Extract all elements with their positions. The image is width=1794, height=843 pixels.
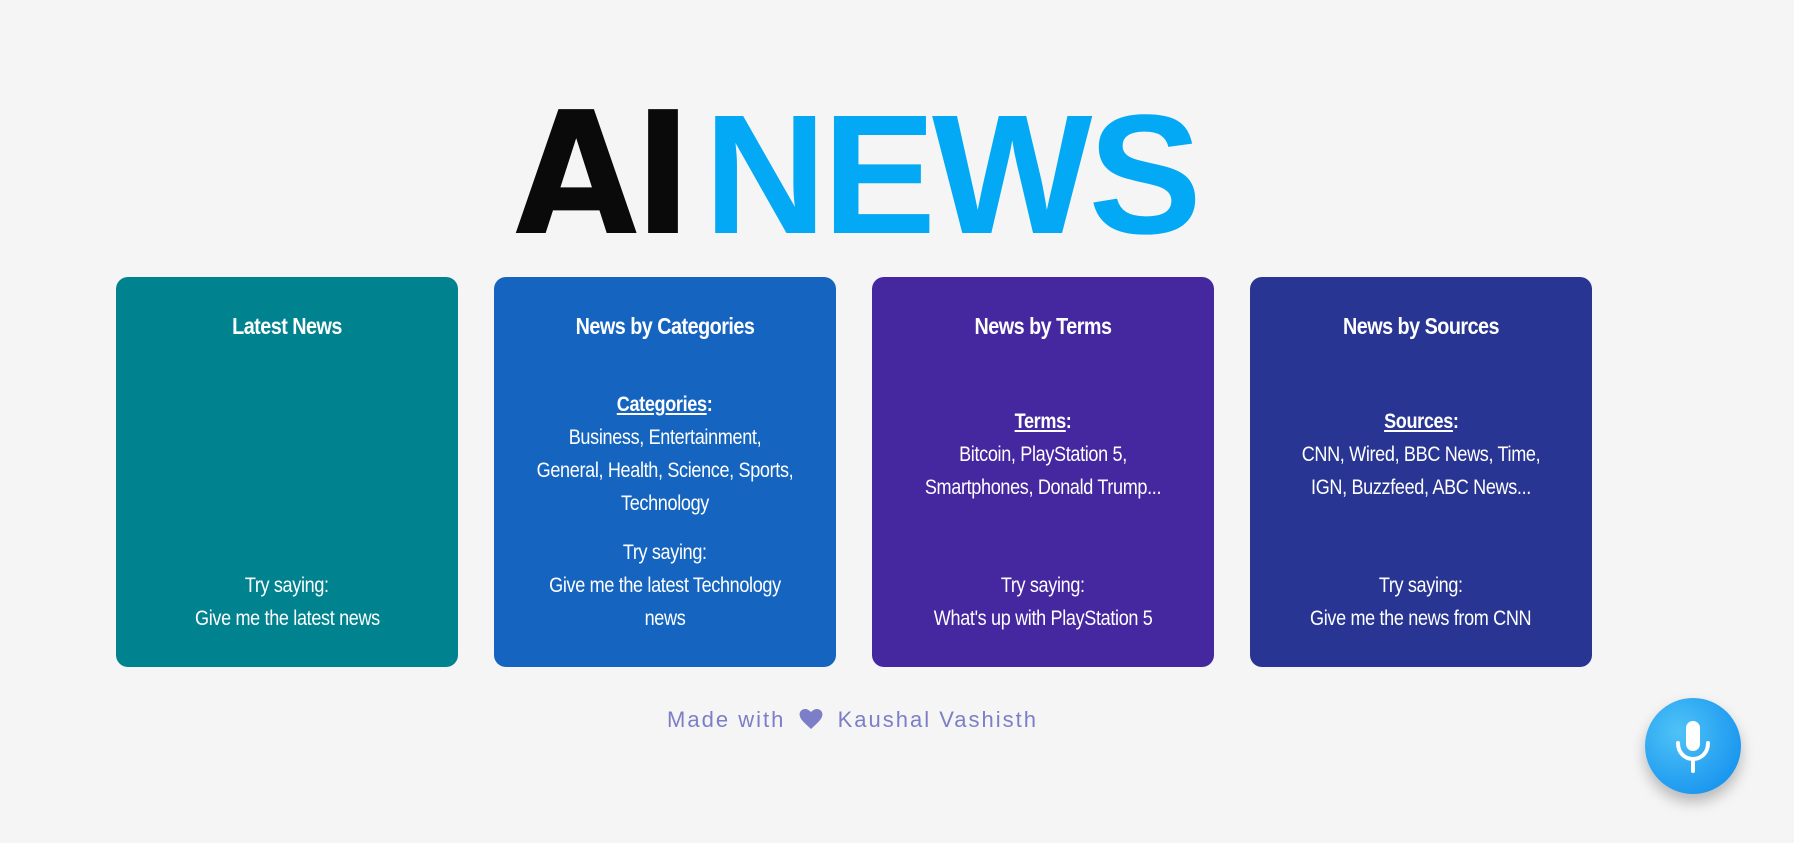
page: AI NEWS Latest News Try saying: Give me …: [0, 0, 1794, 843]
card-info-block: Categories: Business, Entertainment, Gen…: [514, 388, 816, 520]
try-label: Try saying:: [623, 541, 707, 564]
card-title: News by Categories: [575, 313, 755, 339]
info-label: Sources: [1383, 410, 1453, 433]
footer-prefix: Made with: [667, 707, 786, 732]
info-text: CNN, Wired, BBC News, Time, IGN, Buzzfee…: [1301, 443, 1541, 499]
try-text: Give me the latest news: [194, 607, 380, 630]
card-info-block: Sources: CNN, Wired, BBC News, Time, IGN…: [1270, 405, 1572, 504]
logo-ai-text: AI: [515, 76, 692, 274]
footer-author: Kaushal Vashisth: [837, 707, 1038, 732]
try-label: Try saying:: [245, 574, 329, 597]
microphone-button[interactable]: [1645, 698, 1741, 794]
info-text: Bitcoin, PlayStation 5, Smartphones, Don…: [924, 443, 1162, 499]
card-title: News by Terms: [974, 313, 1112, 339]
logo-news-text: NEWS: [703, 80, 1202, 270]
try-text: Give me the news from CNN: [1310, 607, 1532, 630]
card-try-block: Try saying: Give me the news from CNN: [1270, 569, 1572, 635]
card-news-by-categories[interactable]: News by Categories Categories: Business,…: [494, 277, 836, 667]
microphone-icon: [1676, 721, 1710, 773]
card-try-block: Try saying: What's up with PlayStation 5: [892, 569, 1194, 635]
try-label: Try saying:: [1001, 574, 1085, 597]
info-label-row: Categories:: [617, 393, 713, 416]
card-title: News by Sources: [1342, 313, 1500, 339]
card-news-by-terms[interactable]: News by Terms Terms: Bitcoin, PlayStatio…: [872, 277, 1214, 667]
card-title: Latest News: [232, 313, 342, 339]
info-label: Terms: [1014, 410, 1067, 433]
card-news-by-sources[interactable]: News by Sources Sources: CNN, Wired, BBC…: [1250, 277, 1592, 667]
card-latest-news[interactable]: Latest News Try saying: Give me the late…: [116, 277, 458, 667]
heart-icon: [799, 707, 831, 732]
info-text: Business, Entertainment, General, Health…: [536, 426, 794, 515]
logo: AI NEWS: [515, 76, 1202, 274]
cards-grid: Latest News Try saying: Give me the late…: [116, 277, 1592, 667]
card-info-block: Terms: Bitcoin, PlayStation 5, Smartphon…: [892, 405, 1194, 504]
info-label-row: Sources:: [1383, 410, 1459, 433]
info-label-row: Terms:: [1014, 410, 1072, 433]
card-try-block: Try saying: Give me the latest news: [136, 569, 438, 635]
footer: Made with Kaushal Vashisth: [0, 707, 1705, 733]
try-text: Give me the latest Technology news: [549, 574, 781, 630]
info-label: Categories: [617, 393, 708, 416]
try-label: Try saying:: [1379, 574, 1463, 597]
try-text: What's up with PlayStation 5: [933, 607, 1153, 630]
card-try-block: Try saying: Give me the latest Technolog…: [514, 536, 816, 635]
